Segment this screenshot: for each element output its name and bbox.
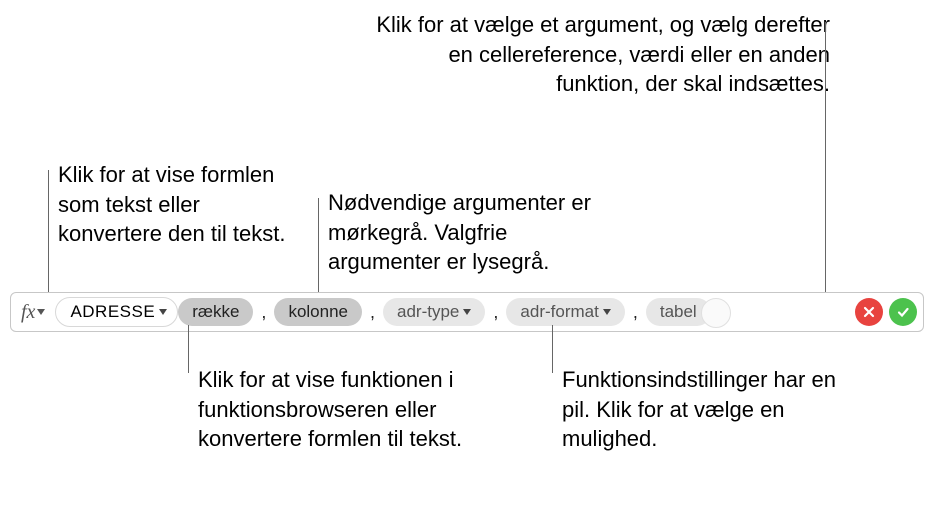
arg-label: adr-type: [397, 302, 459, 322]
chevron-down-icon: [603, 309, 611, 315]
arg-required[interactable]: række: [178, 298, 253, 326]
arg-label: kolonne: [288, 302, 348, 322]
accept-button[interactable]: [889, 298, 917, 326]
arg-required[interactable]: kolonne: [274, 298, 362, 326]
formula-action-buttons: [849, 298, 917, 326]
arg-optional-menu[interactable]: adr-format: [506, 298, 624, 326]
chevron-down-icon: [159, 309, 167, 315]
leader-line: [318, 198, 319, 298]
arg-optional-menu[interactable]: adr-type: [383, 298, 485, 326]
chevron-down-icon: [463, 309, 471, 315]
formula-overflow-indicator: [711, 298, 729, 326]
leader-line: [48, 170, 49, 302]
callout-function-browser: Klik for at vise funktionen i funktionsb…: [198, 365, 478, 454]
arg-separator: ,: [253, 302, 274, 323]
arg-label: adr-format: [520, 302, 598, 322]
leader-line: [188, 325, 189, 373]
arg-separator: ,: [485, 302, 506, 323]
arg-separator: ,: [625, 302, 646, 323]
check-icon: [896, 305, 910, 319]
leader-line: [825, 22, 826, 310]
arg-separator: ,: [362, 302, 383, 323]
formula-content: ADRESSE række , kolonne , adr-type , adr…: [49, 297, 849, 327]
cancel-button[interactable]: [855, 298, 883, 326]
fx-menu-button[interactable]: fx: [17, 301, 49, 324]
function-name-label: ADRESSE: [70, 302, 155, 322]
arg-label: række: [192, 302, 239, 322]
leader-line: [552, 325, 553, 373]
function-token[interactable]: ADRESSE: [55, 297, 178, 327]
x-icon: [862, 305, 876, 319]
callout-function-settings: Funktionsindstillinger har en pil. Klik …: [562, 365, 852, 454]
chevron-down-icon: [37, 309, 45, 315]
callout-args-shading: Nødvendige argumenter er mørkegrå. Valgf…: [328, 188, 618, 277]
callout-argument-select: Klik for at vælge et argument, og vælg d…: [370, 10, 830, 99]
formula-bar: fx ADRESSE række , kolonne , adr-type , …: [10, 292, 924, 332]
callout-fx-text: Klik for at vise formlen som tekst eller…: [58, 160, 308, 249]
fx-icon: fx: [21, 301, 35, 324]
arg-label: tabel: [660, 302, 697, 322]
